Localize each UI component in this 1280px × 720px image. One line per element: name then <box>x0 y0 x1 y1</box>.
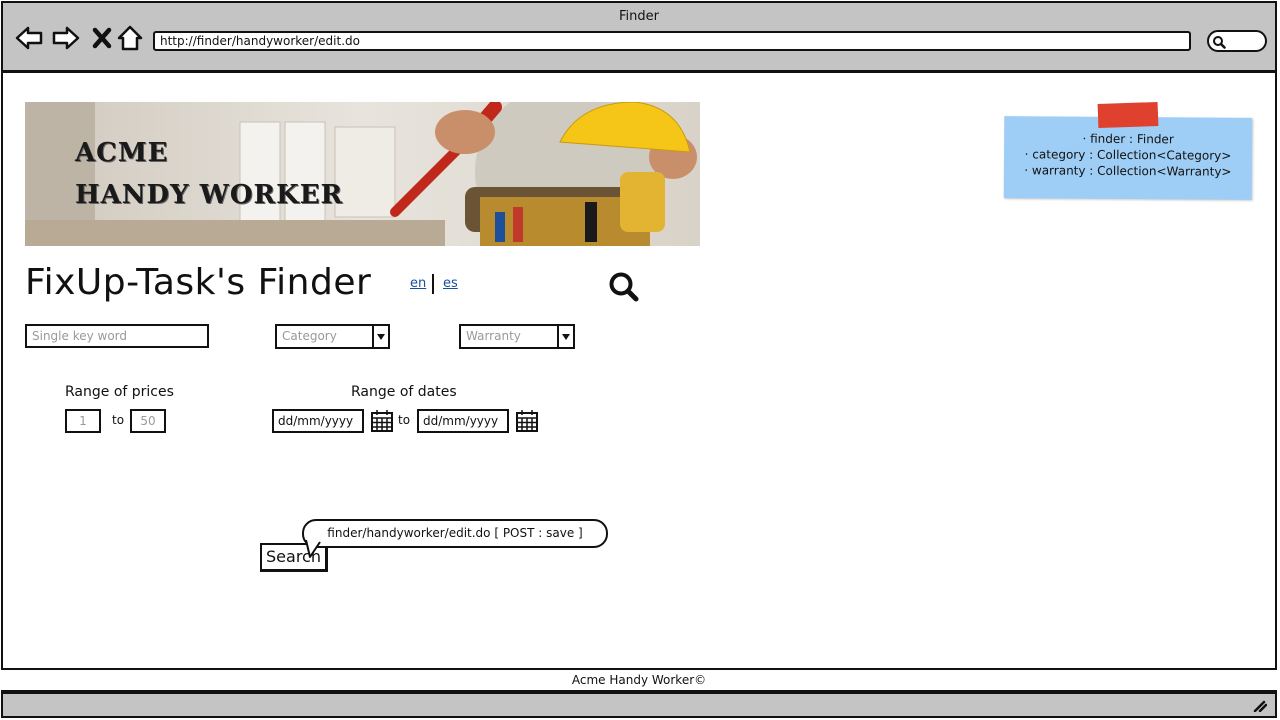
chevron-down-icon[interactable] <box>557 326 573 347</box>
window-title: Finder <box>619 9 659 24</box>
footer: Acme Handy Worker© <box>1 668 1277 692</box>
banner-title-line1: ACME <box>75 138 169 168</box>
close-icon[interactable] <box>88 23 118 53</box>
url-bar[interactable]: http://finder/handyworker/edit.do <box>153 31 1191 51</box>
forward-arrow-icon[interactable] <box>51 23 81 53</box>
price-range-label: Range of prices <box>65 384 174 400</box>
date-from-input[interactable]: dd/mm/yyyy <box>272 409 364 433</box>
magnifier-icon[interactable] <box>607 270 641 304</box>
tooltip-tail <box>305 540 321 558</box>
category-select-value: Category <box>282 329 337 343</box>
keyword-input[interactable]: Single key word <box>25 324 209 348</box>
banner-image: ACME HANDY WORKER <box>25 102 700 246</box>
status-bar <box>1 692 1277 718</box>
calendar-icon[interactable] <box>370 409 394 433</box>
category-select[interactable]: Category <box>275 324 390 349</box>
lang-link-en[interactable]: en <box>410 276 426 291</box>
price-max-input[interactable]: 50 <box>130 409 166 433</box>
search-icon <box>1213 36 1226 49</box>
lang-link-es[interactable]: es <box>443 276 458 291</box>
sticky-note: · finder : Finder · category : Collectio… <box>1003 116 1253 200</box>
note-line-warranty: · warranty : Collection<Warranty> <box>1024 163 1232 179</box>
calendar-icon[interactable] <box>515 409 539 433</box>
action-tooltip: finder/handyworker/edit.do [ POST : save… <box>302 519 608 548</box>
note-tape <box>1097 101 1159 129</box>
home-icon[interactable] <box>115 23 145 53</box>
warranty-select[interactable]: Warranty <box>459 324 575 349</box>
chevron-down-icon[interactable] <box>372 326 388 347</box>
price-to-label: to <box>112 413 125 427</box>
page-title: FixUp-Task's Finder <box>25 262 372 303</box>
lang-separator <box>432 274 434 294</box>
note-line-finder: · finder : Finder <box>1082 131 1174 147</box>
date-to-label: to <box>398 413 411 427</box>
date-to-input[interactable]: dd/mm/yyyy <box>417 409 509 433</box>
resize-grip-icon[interactable] <box>1253 700 1267 712</box>
browser-search-field[interactable] <box>1207 30 1267 52</box>
note-line-category: · category : Collection<Category> <box>1024 147 1232 163</box>
warranty-select-value: Warranty <box>466 329 521 343</box>
back-arrow-icon[interactable] <box>14 23 44 53</box>
price-min-input[interactable]: 1 <box>65 409 101 433</box>
date-range-label: Range of dates <box>351 384 457 400</box>
banner-title-line2: HANDY WORKER <box>75 180 344 210</box>
banner-background <box>25 102 700 246</box>
